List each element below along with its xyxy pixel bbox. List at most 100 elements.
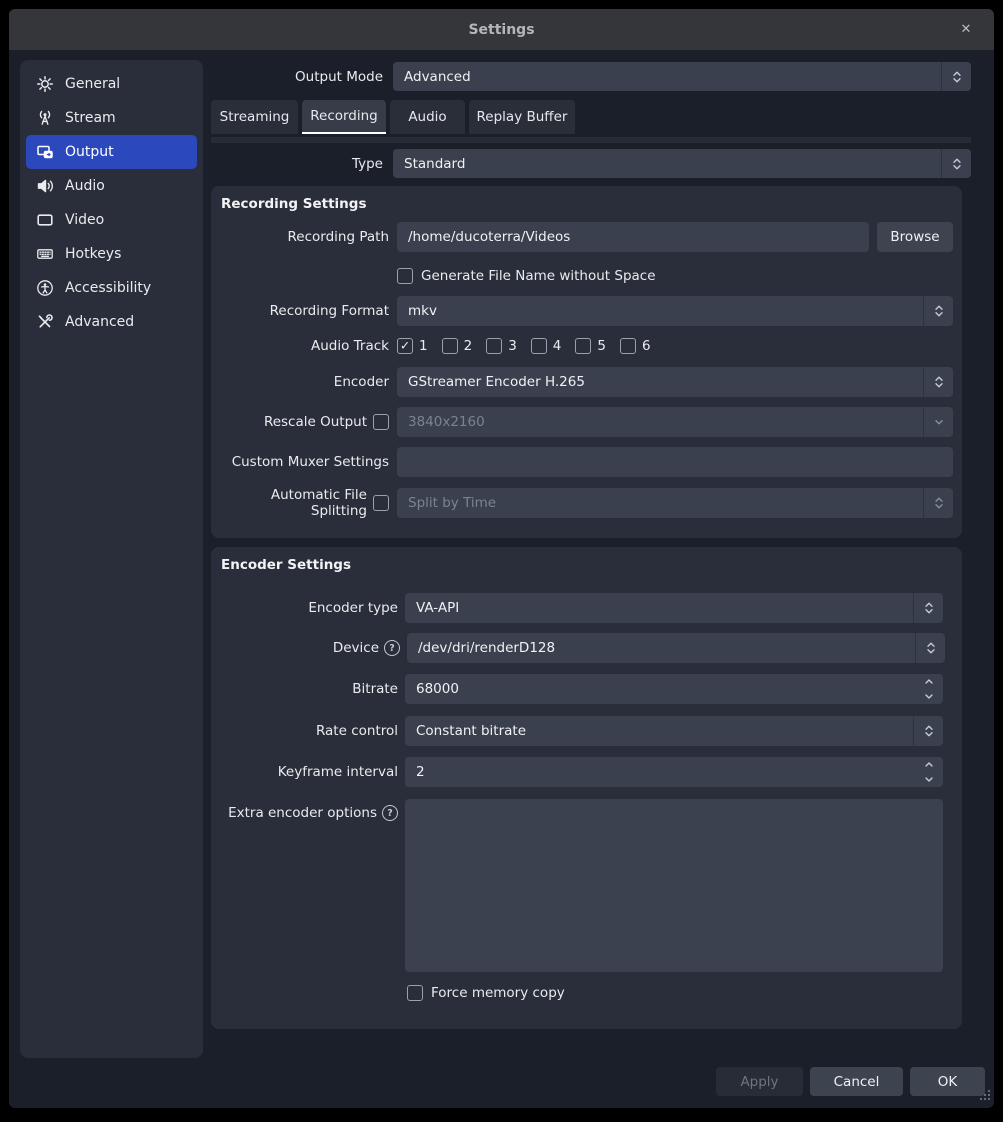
group-title: Recording Settings [221, 196, 366, 212]
auto-split-select[interactable]: Split by Time [397, 488, 953, 518]
tab-recording[interactable]: Recording [302, 100, 386, 134]
sidebar-item-label: Audio [65, 178, 105, 194]
force-memory-copy-row: Force memory copy [407, 984, 565, 1002]
dropdown-arrows-icon [913, 716, 943, 746]
encoder-settings-group: Encoder Settings Encoder type VA-API Dev… [211, 547, 962, 1029]
group-title: Encoder Settings [221, 557, 351, 573]
dropdown-arrows-icon [923, 296, 953, 326]
cancel-button[interactable]: Cancel [810, 1067, 903, 1096]
close-icon[interactable]: ✕ [954, 9, 978, 50]
audio-track-6-label: 6 [642, 338, 651, 354]
encoder-type-value: VA-API [405, 600, 459, 616]
encoder-type-label: Encoder type [211, 600, 398, 616]
sidebar-item-stream[interactable]: Stream [26, 101, 197, 135]
rescale-output-label: Rescale Output [211, 414, 367, 430]
output-settings-page: Output Mode Advanced Streaming Recording… [211, 50, 994, 1108]
help-icon[interactable]: ? [384, 640, 400, 656]
display-icon [36, 211, 54, 229]
auto-split-checkbox[interactable] [373, 495, 389, 511]
keyframe-interval-spinner[interactable]: 2 [405, 757, 943, 787]
recording-settings-group: Recording Settings Recording Path /home/… [211, 186, 962, 538]
rate-control-value: Constant bitrate [405, 723, 526, 739]
device-select[interactable]: /dev/dri/renderD128 [407, 633, 945, 663]
tools-icon [36, 313, 54, 331]
output-mode-row: Output Mode Advanced [211, 62, 971, 91]
extra-options-textarea[interactable] [405, 799, 943, 972]
custom-muxer-input[interactable] [397, 447, 953, 477]
dropdown-arrows-icon [923, 488, 953, 518]
rescale-output-select[interactable]: 3840x2160 [397, 407, 953, 437]
speaker-icon [36, 177, 54, 195]
keyframe-interval-label: Keyframe interval [211, 764, 398, 780]
sidebar-item-label: Accessibility [65, 280, 151, 296]
custom-muxer-label: Custom Muxer Settings [211, 454, 389, 470]
audio-track-row: Audio Track ✓ 1 2 3 4 5 6 [211, 337, 651, 355]
generate-no-space-checkbox[interactable] [397, 268, 413, 284]
dropdown-arrows-icon [923, 367, 953, 397]
encoder-type-select[interactable]: VA-API [405, 593, 943, 623]
dialog-buttons: Apply Cancel OK [716, 1067, 985, 1096]
extra-options-label: Extra encoder options [228, 805, 377, 821]
output-mode-label: Output Mode [211, 69, 383, 85]
sidebar-item-advanced[interactable]: Advanced [26, 305, 197, 339]
recording-path-input[interactable]: /home/ducoterra/Videos [397, 222, 869, 252]
audio-track-1-checkbox[interactable]: ✓ [397, 338, 413, 354]
bitrate-spinner[interactable]: 68000 [405, 674, 943, 704]
encoder-select[interactable]: GStreamer Encoder H.265 [397, 367, 953, 397]
bitrate-row: Bitrate 68000 [211, 674, 962, 704]
browse-button[interactable]: Browse [877, 222, 953, 252]
audio-track-2-label: 2 [464, 338, 473, 354]
sidebar-item-label: Video [65, 212, 104, 228]
auto-split-value: Split by Time [397, 495, 496, 511]
sidebar-item-video[interactable]: Video [26, 203, 197, 237]
rate-control-select[interactable]: Constant bitrate [405, 716, 943, 746]
broadcast-icon [36, 109, 54, 127]
audio-track-6-checkbox[interactable] [620, 338, 636, 354]
ok-button[interactable]: OK [910, 1067, 985, 1096]
tab-audio[interactable]: Audio [390, 100, 465, 134]
tab-streaming[interactable]: Streaming [211, 100, 298, 134]
device-value: /dev/dri/renderD128 [407, 640, 555, 656]
audio-track-5-checkbox[interactable] [575, 338, 591, 354]
recording-format-select[interactable]: mkv [397, 296, 953, 326]
rate-control-label: Rate control [211, 723, 398, 739]
audio-track-4-label: 4 [553, 338, 562, 354]
sidebar-item-output[interactable]: Output [26, 135, 197, 169]
resize-grip[interactable] [979, 1086, 991, 1105]
audio-track-1-label: 1 [419, 338, 428, 354]
force-memory-copy-checkbox[interactable] [407, 985, 423, 1001]
dropdown-arrows-icon [941, 149, 971, 178]
help-icon[interactable]: ? [382, 805, 398, 821]
encoder-row: Encoder GStreamer Encoder H.265 [211, 367, 962, 397]
sidebar-item-audio[interactable]: Audio [26, 169, 197, 203]
type-row: Type Standard [211, 149, 971, 178]
keyboard-icon [36, 245, 54, 263]
output-mode-select[interactable]: Advanced [393, 62, 971, 91]
sidebar-item-hotkeys[interactable]: Hotkeys [26, 237, 197, 271]
audio-track-3-checkbox[interactable] [486, 338, 502, 354]
custom-muxer-row: Custom Muxer Settings [211, 447, 962, 477]
recording-format-value: mkv [397, 303, 437, 319]
encoder-value: GStreamer Encoder H.265 [397, 374, 585, 390]
spinner-up-icon[interactable] [924, 761, 934, 768]
type-value: Standard [393, 156, 465, 172]
audio-track-4-checkbox[interactable] [531, 338, 547, 354]
audio-track-2-checkbox[interactable] [442, 338, 458, 354]
dropdown-arrows-icon [915, 633, 945, 663]
spinner-down-icon[interactable] [924, 776, 934, 783]
device-row: Device ? /dev/dri/renderD128 [211, 633, 962, 663]
output-tabs: Streaming Recording Audio Replay Buffer [211, 100, 575, 134]
tab-replay-buffer[interactable]: Replay Buffer [469, 100, 575, 134]
window-title: Settings [468, 22, 534, 38]
spinner-down-icon[interactable] [924, 693, 934, 700]
spinner-up-icon[interactable] [924, 678, 934, 685]
type-select[interactable]: Standard [393, 149, 971, 178]
keyframe-interval-row: Keyframe interval 2 [211, 757, 962, 787]
audio-track-label: Audio Track [211, 338, 389, 354]
titlebar: Settings ✕ [9, 9, 994, 50]
sidebar-item-general[interactable]: General [26, 67, 197, 101]
rescale-output-checkbox[interactable] [373, 414, 389, 430]
apply-button[interactable]: Apply [716, 1067, 803, 1096]
sidebar-item-accessibility[interactable]: Accessibility [26, 271, 197, 305]
dropdown-arrows-icon [941, 62, 971, 91]
